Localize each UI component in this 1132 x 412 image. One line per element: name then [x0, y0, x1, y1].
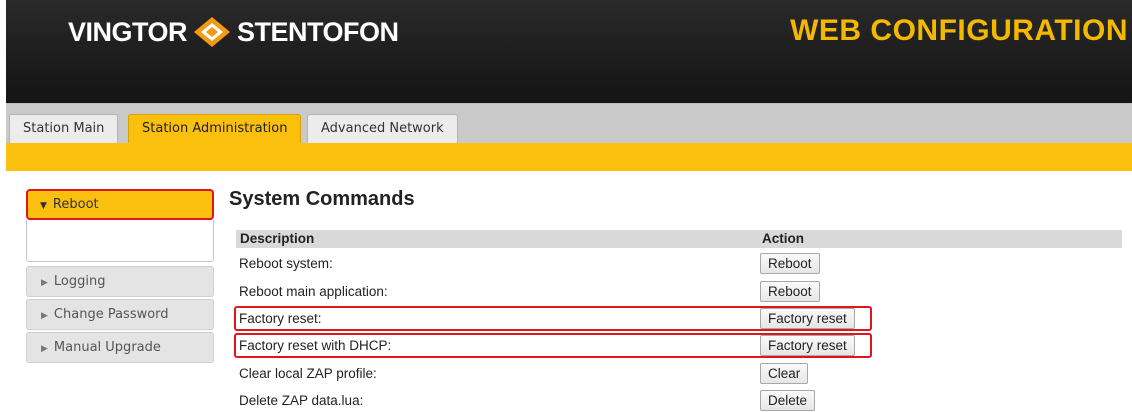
- row-description: Delete ZAP data.lua:: [239, 393, 364, 408]
- factory-reset-button[interactable]: Factory reset: [760, 308, 855, 329]
- sidebar-item-manual-upgrade[interactable]: ▶ Manual Upgrade: [26, 332, 214, 363]
- sidebar-item-label: Change Password: [53, 307, 169, 322]
- sidebar-item-reboot[interactable]: ▼ Reboot: [26, 189, 214, 220]
- header-banner: VINGTOR STENTOFON WEB CONFIGURATION: [6, 0, 1132, 103]
- row-description: Reboot system:: [239, 256, 333, 271]
- row-description: Clear local ZAP profile:: [239, 366, 377, 381]
- accent-bar: [6, 143, 1132, 171]
- clear-zap-profile-button[interactable]: Clear: [760, 363, 809, 384]
- tab-station-main[interactable]: Station Main: [9, 114, 119, 144]
- tab-bar: Station Main Station Administration Adva…: [6, 103, 1132, 144]
- sidebar-item-label: Logging: [53, 274, 106, 289]
- page-title: System Commands: [229, 188, 415, 210]
- sidebar-item-logging[interactable]: ▶ Logging: [26, 266, 214, 297]
- factory-reset-dhcp-button[interactable]: Factory reset: [760, 335, 855, 356]
- table-row: Factory reset: Factory reset: [236, 307, 872, 331]
- brand-logo: VINGTOR STENTOFON: [68, 12, 399, 52]
- table-row: Delete ZAP data.lua: Delete: [236, 389, 872, 412]
- row-description: Reboot main application:: [239, 284, 388, 299]
- row-description: Factory reset:: [239, 311, 322, 326]
- sidebar-item-label: Reboot: [52, 197, 99, 212]
- chevron-right-icon: ▶: [41, 311, 48, 321]
- sidebar-submenu-panel: [26, 220, 214, 262]
- orange-diamond-logo-icon: [194, 17, 231, 47]
- brand-right-text: STENTOFON: [237, 16, 399, 47]
- tab-advanced-network[interactable]: Advanced Network: [307, 114, 458, 144]
- sidebar-item-label: Manual Upgrade: [53, 340, 161, 355]
- row-description: Factory reset with DHCP:: [239, 338, 392, 353]
- reboot-system-button[interactable]: Reboot: [760, 253, 820, 274]
- table-row: Clear local ZAP profile: Clear: [236, 362, 872, 386]
- table-row: Factory reset with DHCP: Factory reset: [236, 334, 872, 358]
- column-header-action: Action: [762, 231, 804, 246]
- brand-left-text: VINGTOR: [68, 16, 188, 47]
- column-header-description: Description: [240, 231, 315, 246]
- reboot-main-application-button[interactable]: Reboot: [760, 281, 820, 302]
- delete-zap-data-button[interactable]: Delete: [760, 390, 816, 411]
- table-row: Reboot main application: Reboot: [236, 280, 872, 304]
- chevron-down-icon: ▼: [40, 201, 47, 211]
- tab-station-administration[interactable]: Station Administration: [128, 114, 302, 144]
- table-header: Description Action: [236, 230, 1122, 248]
- sidebar-item-change-password[interactable]: ▶ Change Password: [26, 299, 214, 330]
- chevron-right-icon: ▶: [41, 278, 48, 288]
- table-row: Reboot system: Reboot: [236, 252, 872, 276]
- chevron-right-icon: ▶: [41, 344, 48, 354]
- web-configuration-title: WEB CONFIGURATION: [790, 14, 1128, 47]
